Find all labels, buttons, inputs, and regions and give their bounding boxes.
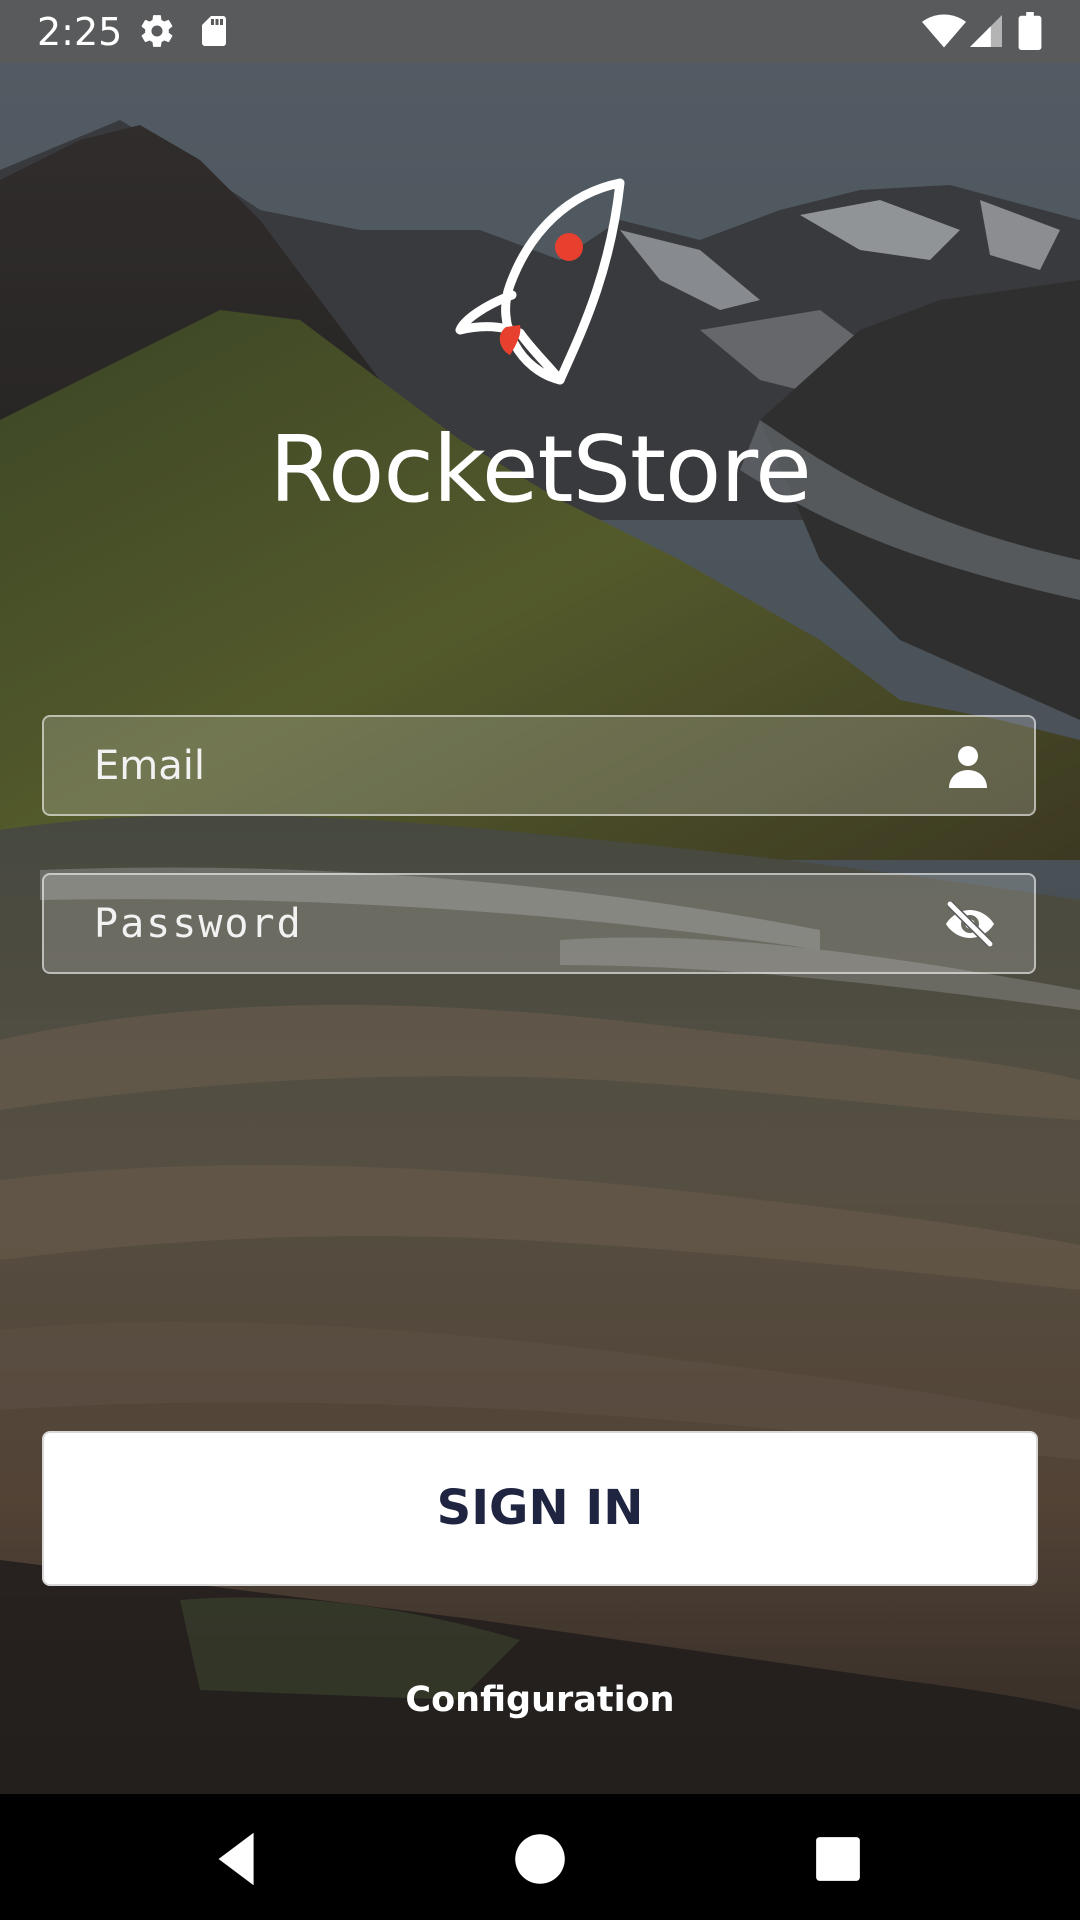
email-input[interactable]: [94, 717, 914, 814]
rocket-window: [555, 233, 583, 261]
app-title: RocketStore: [269, 416, 812, 523]
home-icon[interactable]: [505, 1824, 575, 1894]
sd-card-icon: [196, 12, 232, 55]
rocket-icon: [450, 175, 630, 390]
settings-icon: [138, 12, 176, 55]
status-bar: 2:25: [0, 0, 1080, 63]
configuration-link[interactable]: Configuration: [0, 1680, 1080, 1720]
navigation-bar: [0, 1794, 1080, 1920]
person-icon: [944, 742, 992, 790]
recents-icon[interactable]: [803, 1824, 873, 1894]
wifi-icon: [922, 14, 966, 53]
password-field[interactable]: [42, 873, 1036, 974]
login-screen: 2:25 RocketStore Email SIGN IN Configura…: [0, 0, 1080, 1920]
back-icon[interactable]: [204, 1824, 274, 1894]
status-time: 2:25: [37, 10, 123, 54]
eye-off-icon[interactable]: [944, 900, 994, 948]
password-input[interactable]: [94, 875, 914, 972]
signal-icon: [970, 14, 1002, 53]
battery-icon: [1018, 12, 1042, 55]
sign-in-button[interactable]: SIGN IN: [42, 1431, 1038, 1586]
email-field[interactable]: [42, 715, 1036, 816]
